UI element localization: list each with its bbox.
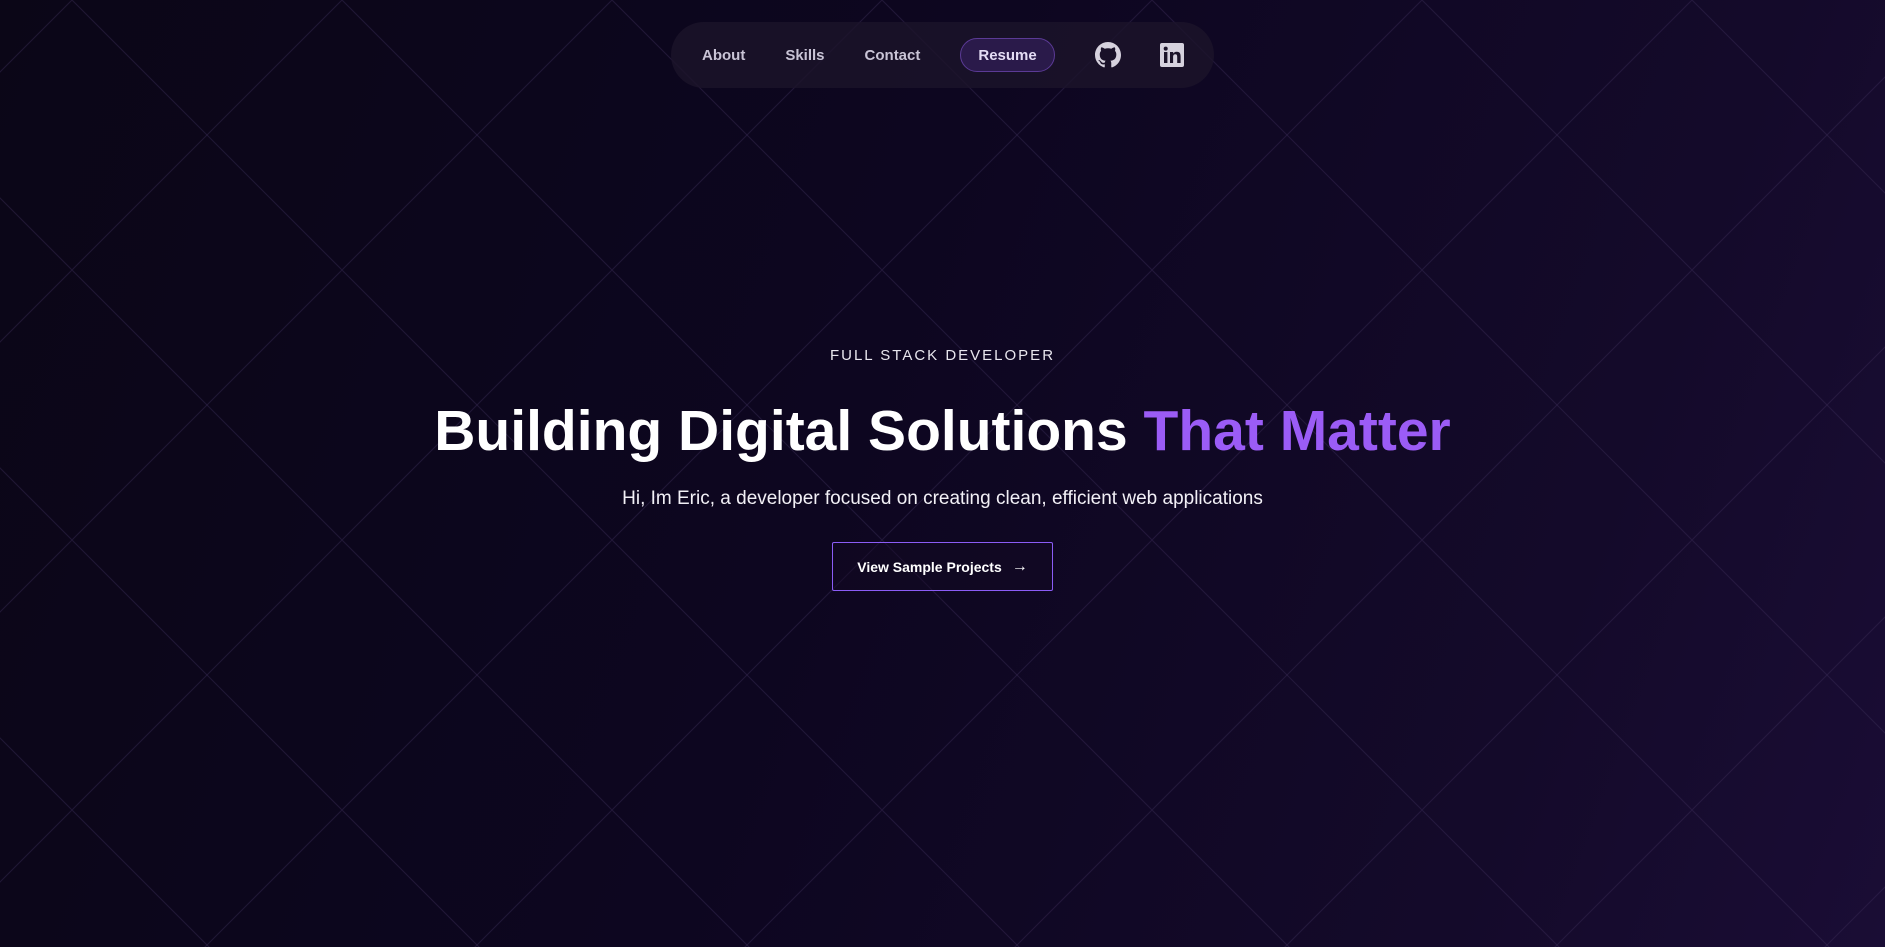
view-projects-button[interactable]: View Sample Projects → — [832, 542, 1053, 591]
github-icon[interactable] — [1094, 42, 1121, 68]
hero-eyebrow: FULL STACK DEVELOPER — [829, 347, 1056, 364]
hero-headline-accent: That Matter — [1143, 399, 1451, 463]
nav-link-contact[interactable]: Contact — [865, 47, 921, 64]
hero-headline: Building Digital Solutions That Matter — [0, 398, 1885, 464]
view-projects-label: View Sample Projects — [857, 558, 1002, 575]
top-navbar: About Skills Contact Resume — [671, 22, 1214, 88]
linkedin-icon[interactable] — [1159, 42, 1185, 68]
nav-link-skills[interactable]: Skills — [785, 47, 824, 64]
background-grid-pattern — [0, 0, 1885, 947]
resume-button[interactable]: Resume — [960, 38, 1055, 72]
hero-subtitle: Hi, Im Eric, a developer focused on crea… — [622, 488, 1263, 509]
nav-link-about[interactable]: About — [702, 47, 745, 64]
arrow-right-icon: → — [1011, 557, 1028, 575]
hero-headline-main: Building Digital Solutions — [434, 399, 1144, 463]
